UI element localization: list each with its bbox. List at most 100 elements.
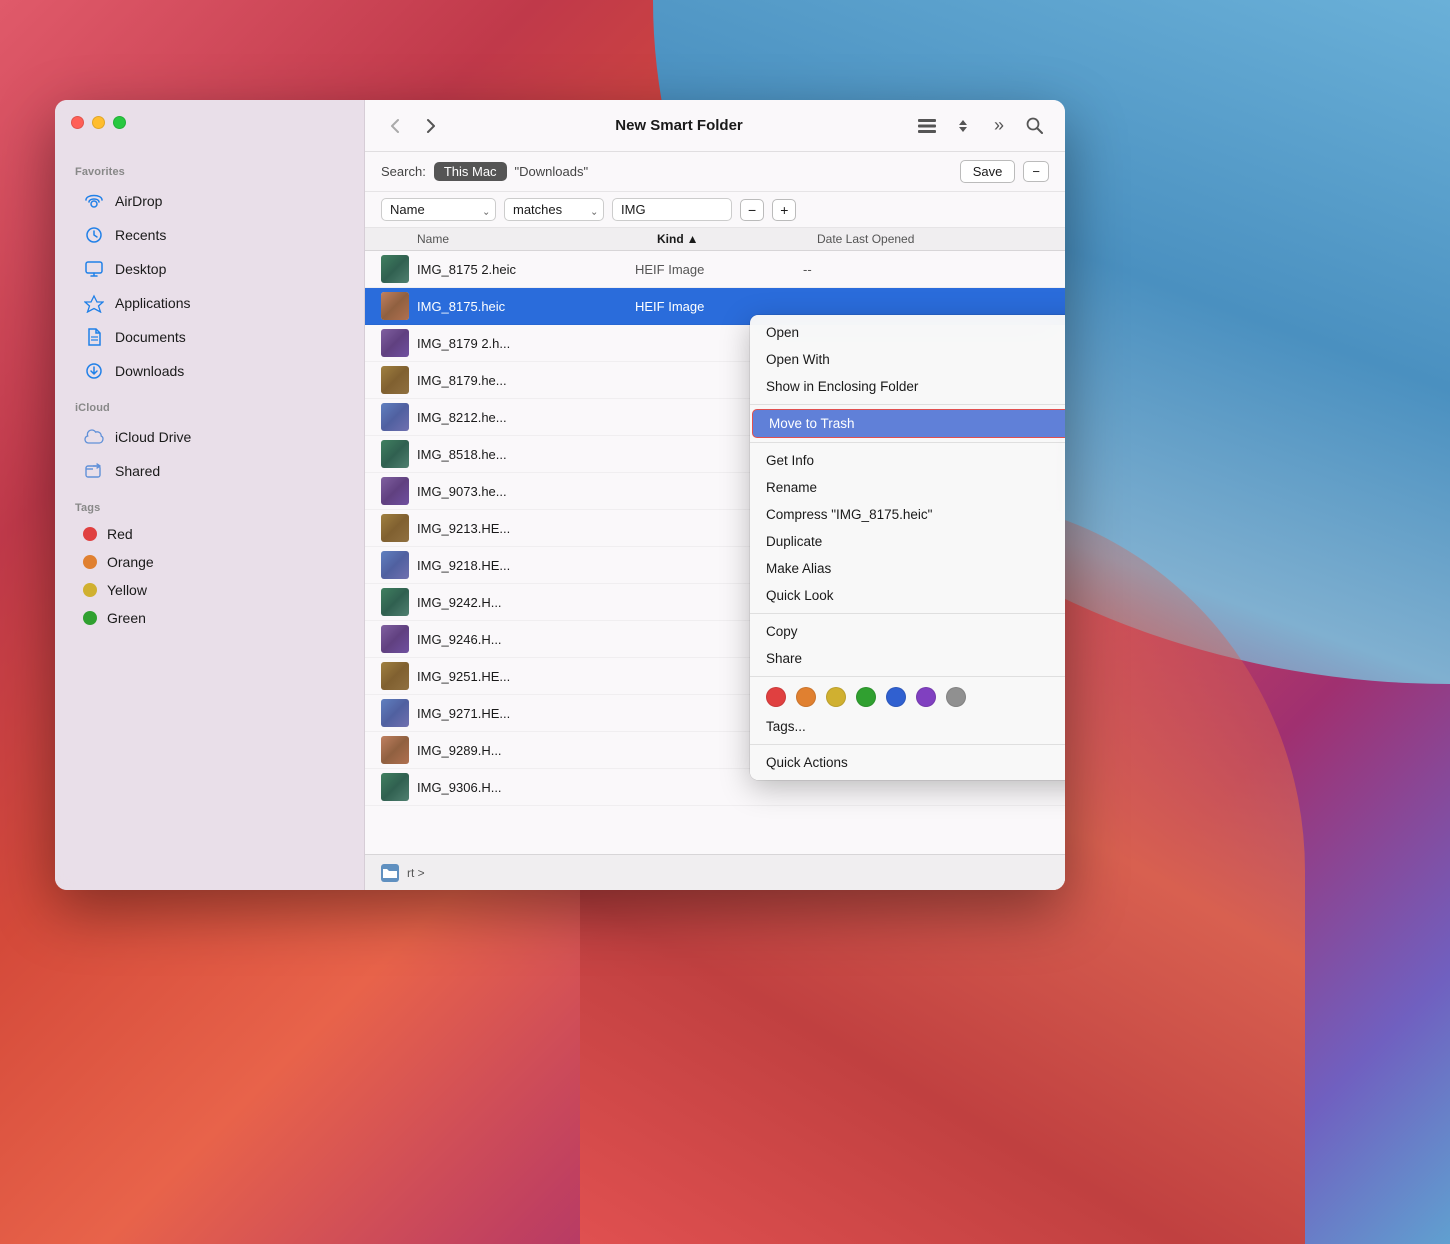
airdrop-icon bbox=[83, 190, 105, 212]
favorites-section-label: Favorites bbox=[55, 152, 364, 184]
filter-minus-button[interactable]: − bbox=[740, 199, 764, 221]
file-name: IMG_8518.he... bbox=[417, 447, 627, 462]
table-row[interactable]: IMG_8175 2.heic HEIF Image -- bbox=[365, 251, 1065, 288]
compress-label: Compress "IMG_8175.heic" bbox=[766, 507, 932, 522]
recents-icon bbox=[83, 224, 105, 246]
icloud-drive-icon bbox=[83, 426, 105, 448]
file-name: IMG_9306.H... bbox=[417, 780, 627, 795]
toolbar: New Smart Folder » bbox=[365, 100, 1065, 152]
remove-button[interactable]: − bbox=[1023, 161, 1049, 182]
tag-yellow[interactable] bbox=[826, 687, 846, 707]
downloads-scope: "Downloads" bbox=[515, 164, 589, 179]
context-menu-tags[interactable]: Tags... bbox=[750, 713, 1065, 740]
tag-orange[interactable] bbox=[796, 687, 816, 707]
forward-button[interactable] bbox=[417, 112, 445, 140]
rename-label: Rename bbox=[766, 480, 817, 495]
make-alias-label: Make Alias bbox=[766, 561, 831, 576]
maximize-button[interactable] bbox=[113, 116, 126, 129]
sidebar-item-desktop[interactable]: Desktop bbox=[63, 253, 356, 285]
this-mac-scope[interactable]: This Mac bbox=[434, 162, 507, 181]
file-name: IMG_9289.H... bbox=[417, 743, 627, 758]
sidebar-item-yellow[interactable]: Yellow bbox=[63, 577, 356, 603]
file-thumbnail bbox=[381, 403, 409, 431]
context-menu-show-enclosing[interactable]: Show in Enclosing Folder bbox=[750, 373, 1065, 400]
sidebar-item-documents[interactable]: Documents bbox=[63, 321, 356, 353]
file-name: IMG_9251.HE... bbox=[417, 669, 627, 684]
file-name: IMG_8179.he... bbox=[417, 373, 627, 388]
context-menu-get-info[interactable]: Get Info bbox=[750, 447, 1065, 474]
context-menu-quick-actions[interactable]: Quick Actions › bbox=[750, 749, 1065, 776]
context-menu-open[interactable]: Open bbox=[750, 319, 1065, 346]
file-thumbnail bbox=[381, 292, 409, 320]
separator-1 bbox=[750, 404, 1065, 405]
sidebar-item-green[interactable]: Green bbox=[63, 605, 356, 631]
yellow-tag-dot bbox=[83, 583, 97, 597]
separator-5 bbox=[750, 744, 1065, 745]
tag-blue[interactable] bbox=[886, 687, 906, 707]
sidebar-item-airdrop[interactable]: AirDrop bbox=[63, 185, 356, 217]
sidebar-item-icloud-drive[interactable]: iCloud Drive bbox=[63, 421, 356, 453]
filter-value-input[interactable] bbox=[612, 198, 732, 221]
shared-icon bbox=[83, 460, 105, 482]
filter-plus-button[interactable]: + bbox=[772, 199, 796, 221]
context-menu-move-to-trash[interactable]: Move to Trash bbox=[752, 409, 1065, 438]
filter-row: Name Kind Date Created Date Modified mat… bbox=[365, 192, 1065, 228]
icloud-section-label: iCloud bbox=[55, 388, 364, 420]
sidebar-item-label-recents: Recents bbox=[115, 227, 166, 243]
context-menu-share[interactable]: Share › bbox=[750, 645, 1065, 672]
tag-color-row bbox=[750, 681, 1065, 713]
toolbar-actions: » bbox=[913, 112, 1049, 140]
sidebar-item-applications[interactable]: Applications bbox=[63, 287, 356, 319]
file-name: IMG_9218.HE... bbox=[417, 558, 627, 573]
context-menu-rename[interactable]: Rename bbox=[750, 474, 1065, 501]
list-view-button[interactable] bbox=[913, 112, 941, 140]
field-select[interactable]: Name Kind Date Created Date Modified bbox=[381, 198, 496, 221]
context-menu-compress[interactable]: Compress "IMG_8175.heic" bbox=[750, 501, 1065, 528]
tag-purple[interactable] bbox=[916, 687, 936, 707]
sidebar-item-shared[interactable]: Shared bbox=[63, 455, 356, 487]
file-name: IMG_9073.he... bbox=[417, 484, 627, 499]
sidebar-item-red[interactable]: Red bbox=[63, 521, 356, 547]
save-button[interactable]: Save bbox=[960, 160, 1016, 183]
sidebar-item-label-documents: Documents bbox=[115, 329, 186, 345]
kind-column-header[interactable]: Kind ▲ bbox=[657, 232, 817, 246]
tag-green[interactable] bbox=[856, 687, 876, 707]
file-thumbnail bbox=[381, 588, 409, 616]
more-views-button[interactable]: » bbox=[985, 112, 1013, 140]
back-button[interactable] bbox=[381, 112, 409, 140]
date-column-header[interactable]: Date Last Opened bbox=[817, 232, 1049, 246]
context-menu-copy[interactable]: Copy bbox=[750, 618, 1065, 645]
sidebar-item-label-desktop: Desktop bbox=[115, 261, 166, 277]
quick-look-label: Quick Look bbox=[766, 588, 834, 603]
desktop-icon bbox=[83, 258, 105, 280]
sidebar-item-downloads[interactable]: Downloads bbox=[63, 355, 356, 387]
sidebar-item-label-red: Red bbox=[107, 526, 133, 542]
sort-button[interactable] bbox=[949, 112, 977, 140]
sidebar-item-label-icloud-drive: iCloud Drive bbox=[115, 429, 191, 445]
field-select-wrapper: Name Kind Date Created Date Modified bbox=[381, 198, 496, 221]
context-menu-open-with[interactable]: Open With › bbox=[750, 346, 1065, 373]
file-kind: HEIF Image bbox=[635, 299, 795, 314]
context-menu-quick-look[interactable]: Quick Look bbox=[750, 582, 1065, 609]
tag-red[interactable] bbox=[766, 687, 786, 707]
close-button[interactable] bbox=[71, 116, 84, 129]
context-menu-duplicate[interactable]: Duplicate bbox=[750, 528, 1065, 555]
tags-label: Tags... bbox=[766, 719, 806, 734]
search-button[interactable] bbox=[1021, 112, 1049, 140]
duplicate-label: Duplicate bbox=[766, 534, 822, 549]
file-name: IMG_8212.he... bbox=[417, 410, 627, 425]
name-column-header[interactable]: Name bbox=[417, 232, 657, 246]
file-date: -- bbox=[803, 262, 1049, 277]
window-title: New Smart Folder bbox=[453, 117, 905, 134]
operator-select[interactable]: matches contains begins with ends with bbox=[504, 198, 604, 221]
separator-4 bbox=[750, 676, 1065, 677]
sidebar-item-recents[interactable]: Recents bbox=[63, 219, 356, 251]
sidebar-item-orange[interactable]: Orange bbox=[63, 549, 356, 575]
orange-tag-dot bbox=[83, 555, 97, 569]
documents-icon bbox=[83, 326, 105, 348]
tag-gray[interactable] bbox=[946, 687, 966, 707]
red-tag-dot bbox=[83, 527, 97, 541]
context-menu-make-alias[interactable]: Make Alias bbox=[750, 555, 1065, 582]
minimize-button[interactable] bbox=[92, 116, 105, 129]
separator-2 bbox=[750, 442, 1065, 443]
